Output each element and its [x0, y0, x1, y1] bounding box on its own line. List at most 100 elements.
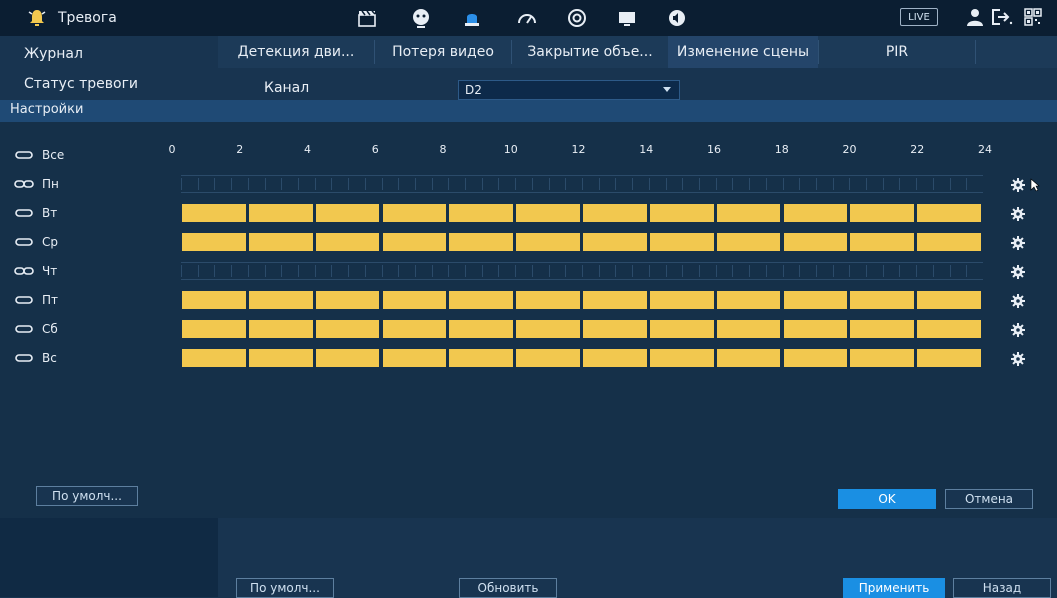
schedule-segment[interactable] — [783, 349, 848, 367]
schedule-segment[interactable] — [583, 291, 647, 309]
schedule-segment[interactable] — [382, 204, 447, 222]
gear-icon[interactable] — [1011, 178, 1025, 192]
schedule-segment[interactable] — [382, 349, 447, 367]
schedule-segment[interactable] — [716, 204, 781, 222]
unlink-icon[interactable] — [14, 353, 34, 363]
menu-item-alarm-status[interactable]: Статус тревоги — [24, 76, 138, 92]
schedule-segment[interactable] — [649, 204, 714, 222]
schedule-segment[interactable] — [850, 204, 915, 222]
schedule-segment[interactable] — [182, 320, 246, 338]
schedule-segment[interactable] — [449, 320, 514, 338]
face-icon[interactable] — [410, 7, 432, 29]
unlink-icon[interactable] — [14, 150, 34, 160]
schedule-segment[interactable] — [583, 349, 647, 367]
schedule-segment[interactable] — [583, 233, 647, 251]
gear-icon[interactable] — [1011, 265, 1025, 279]
cancel-button[interactable]: Отмена — [945, 489, 1033, 509]
schedule-segment[interactable] — [516, 320, 580, 338]
schedule-segment[interactable] — [850, 320, 915, 338]
schedule-segment[interactable] — [516, 233, 580, 251]
day-timeline[interactable] — [181, 291, 983, 309]
panel-default-button[interactable]: По умолч... — [36, 486, 138, 506]
logout-icon[interactable] — [991, 8, 1013, 30]
schedule-segment[interactable] — [449, 204, 514, 222]
tab-pir[interactable]: PIR — [819, 36, 975, 68]
schedule-segment[interactable] — [382, 291, 447, 309]
schedule-segment[interactable] — [315, 204, 380, 222]
apply-button[interactable]: Применить — [843, 578, 945, 598]
schedule-segment[interactable] — [315, 233, 380, 251]
schedule-segment[interactable] — [248, 320, 313, 338]
schedule-segment[interactable] — [248, 291, 313, 309]
schedule-segment[interactable] — [516, 291, 580, 309]
schedule-segment[interactable] — [182, 349, 246, 367]
schedule-segment[interactable] — [850, 291, 915, 309]
gear-icon[interactable] — [1011, 352, 1025, 366]
schedule-segment[interactable] — [917, 233, 981, 251]
tab-scene-change[interactable]: Изменение сцены — [668, 36, 818, 68]
schedule-segment[interactable] — [783, 204, 848, 222]
schedule-segment[interactable] — [382, 233, 447, 251]
schedule-segment[interactable] — [917, 291, 981, 309]
schedule-segment[interactable] — [917, 349, 981, 367]
schedule-segment[interactable] — [182, 233, 246, 251]
schedule-segment[interactable] — [182, 204, 246, 222]
unlink-icon[interactable] — [14, 237, 34, 247]
schedule-segment[interactable] — [783, 233, 848, 251]
day-timeline[interactable] — [181, 320, 983, 338]
schedule-segment[interactable] — [850, 233, 915, 251]
clapperboard-icon[interactable] — [356, 7, 378, 29]
siren-icon[interactable] — [461, 7, 483, 29]
schedule-segment[interactable] — [850, 349, 915, 367]
schedule-segment[interactable] — [917, 320, 981, 338]
target-icon[interactable] — [566, 7, 588, 29]
schedule-segment[interactable] — [716, 320, 781, 338]
schedule-segment[interactable] — [449, 291, 514, 309]
schedule-segment[interactable] — [649, 349, 714, 367]
schedule-segment[interactable] — [716, 291, 781, 309]
tab-video-loss[interactable]: Потеря видео — [375, 36, 511, 68]
schedule-segment[interactable] — [315, 291, 380, 309]
schedule-segment[interactable] — [783, 320, 848, 338]
refresh-button[interactable]: Обновить — [459, 578, 557, 598]
monitor-icon[interactable] — [616, 7, 638, 29]
ok-button[interactable]: OK — [838, 489, 936, 509]
schedule-segment[interactable] — [248, 233, 313, 251]
schedule-segment[interactable] — [315, 349, 380, 367]
link-icon[interactable] — [14, 266, 34, 276]
schedule-segment[interactable] — [516, 204, 580, 222]
gauge-icon[interactable] — [516, 7, 538, 29]
schedule-segment[interactable] — [783, 291, 848, 309]
gear-icon[interactable] — [1011, 294, 1025, 308]
back-button[interactable]: Назад — [953, 578, 1051, 598]
schedule-segment[interactable] — [315, 320, 380, 338]
schedule-segment[interactable] — [583, 320, 647, 338]
schedule-segment[interactable] — [716, 349, 781, 367]
day-timeline[interactable] — [181, 349, 983, 367]
menu-item-journal[interactable]: Журнал — [24, 46, 83, 62]
schedule-segment[interactable] — [248, 204, 313, 222]
channel-select[interactable]: D2 — [458, 80, 680, 100]
gear-icon[interactable] — [1011, 323, 1025, 337]
speaker-icon[interactable] — [666, 7, 688, 29]
schedule-segment[interactable] — [583, 204, 647, 222]
schedule-segment[interactable] — [248, 349, 313, 367]
schedule-segment[interactable] — [649, 320, 714, 338]
day-timeline[interactable] — [181, 175, 983, 193]
tab-tampering[interactable]: Закрытие объе... — [512, 36, 668, 68]
unlink-icon[interactable] — [14, 295, 34, 305]
link-icon[interactable] — [14, 179, 34, 189]
schedule-segment[interactable] — [716, 233, 781, 251]
unlink-icon[interactable] — [14, 208, 34, 218]
schedule-segment[interactable] — [917, 204, 981, 222]
tab-motion-detection[interactable]: Детекция дви... — [218, 36, 374, 68]
day-timeline[interactable] — [181, 233, 983, 251]
qr-icon[interactable] — [1024, 8, 1042, 30]
schedule-segment[interactable] — [516, 349, 580, 367]
live-button[interactable]: LIVE — [900, 8, 938, 26]
user-icon[interactable] — [966, 8, 984, 30]
schedule-segment[interactable] — [649, 291, 714, 309]
day-timeline[interactable] — [181, 262, 983, 280]
day-timeline[interactable] — [181, 204, 983, 222]
gear-icon[interactable] — [1011, 236, 1025, 250]
